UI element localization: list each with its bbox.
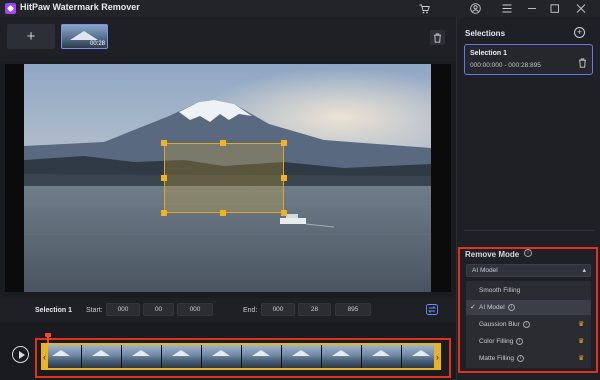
- app-title: HitPaw Watermark Remover: [20, 2, 140, 12]
- timeline-filmstrip[interactable]: [41, 343, 441, 370]
- video-preview-area: [5, 64, 451, 292]
- cart-icon[interactable]: [418, 2, 431, 15]
- selection-card[interactable]: Selection 1 000:00:000 - 000:28:895: [464, 44, 593, 75]
- video-frame: [24, 64, 431, 292]
- playhead[interactable]: [45, 333, 51, 343]
- end-minutes-field[interactable]: 28: [298, 303, 331, 316]
- thumbnail-image: [70, 31, 98, 40]
- panel-divider: [464, 230, 594, 231]
- remove-mode-highlight-frame: [458, 247, 598, 373]
- add-selection-icon[interactable]: +: [574, 27, 585, 38]
- resize-handle[interactable]: [281, 140, 287, 146]
- start-label: Start:: [86, 307, 103, 314]
- timeline-frame: [81, 345, 121, 368]
- add-media-button[interactable]: +: [7, 24, 55, 49]
- end-ms-field[interactable]: 895: [335, 303, 371, 316]
- timeline-frame: [241, 345, 281, 368]
- selection-label: Selection 1: [35, 307, 72, 314]
- menu-icon[interactable]: [500, 2, 513, 15]
- time-range-controls: Selection 1 Start: 000 00 000 End: 000 2…: [0, 298, 456, 322]
- start-ms-field[interactable]: 000: [177, 303, 213, 316]
- media-thumbnail[interactable]: 00:28: [61, 24, 108, 49]
- delete-selection-button[interactable]: [578, 55, 587, 73]
- trim-start-handle[interactable]: ‹: [41, 343, 48, 370]
- selection-name: Selection 1: [470, 50, 507, 57]
- selection-range: 000:00:000 - 000:28:895: [470, 62, 541, 69]
- timeline-frame: [281, 345, 321, 368]
- title-bar: HitPaw Watermark Remover: [0, 0, 600, 17]
- timeline-frame: [201, 345, 241, 368]
- resize-handle[interactable]: [281, 175, 287, 181]
- trash-icon: [579, 58, 586, 68]
- timeline-frame: [121, 345, 161, 368]
- swap-arrows-icon[interactable]: [425, 303, 438, 316]
- delete-media-button[interactable]: [430, 30, 445, 45]
- minimize-icon[interactable]: [525, 2, 538, 15]
- selections-title: Selections: [465, 29, 506, 38]
- resize-handle[interactable]: [281, 210, 287, 216]
- app-logo-icon: [5, 3, 16, 14]
- maximize-icon[interactable]: [548, 2, 561, 15]
- close-icon[interactable]: [574, 2, 587, 15]
- media-toolbar: + 00:28: [0, 17, 456, 61]
- resize-handle[interactable]: [161, 175, 167, 181]
- play-icon: [18, 350, 25, 359]
- start-hours-field[interactable]: 000: [106, 303, 140, 316]
- start-minutes-field[interactable]: 00: [143, 303, 174, 316]
- end-hours-field[interactable]: 000: [261, 303, 295, 316]
- timeline-frame: [321, 345, 361, 368]
- resize-handle[interactable]: [220, 140, 226, 146]
- resize-handle[interactable]: [220, 210, 226, 216]
- trim-end-handle[interactable]: ›: [434, 343, 441, 370]
- trash-icon: [434, 33, 441, 43]
- resize-handle[interactable]: [161, 140, 167, 146]
- watermark-selection-box[interactable]: [164, 143, 284, 213]
- timeline-frame: [361, 345, 401, 368]
- timeline-frame: [161, 345, 201, 368]
- end-label: End:: [243, 307, 258, 314]
- thumbnail-duration: 00:28: [89, 41, 105, 47]
- resize-handle[interactable]: [161, 210, 167, 216]
- app-window: HitPaw Watermark Remover + 00:28 Selecti…: [0, 0, 600, 380]
- user-icon[interactable]: [469, 2, 482, 15]
- play-button[interactable]: [12, 346, 29, 363]
